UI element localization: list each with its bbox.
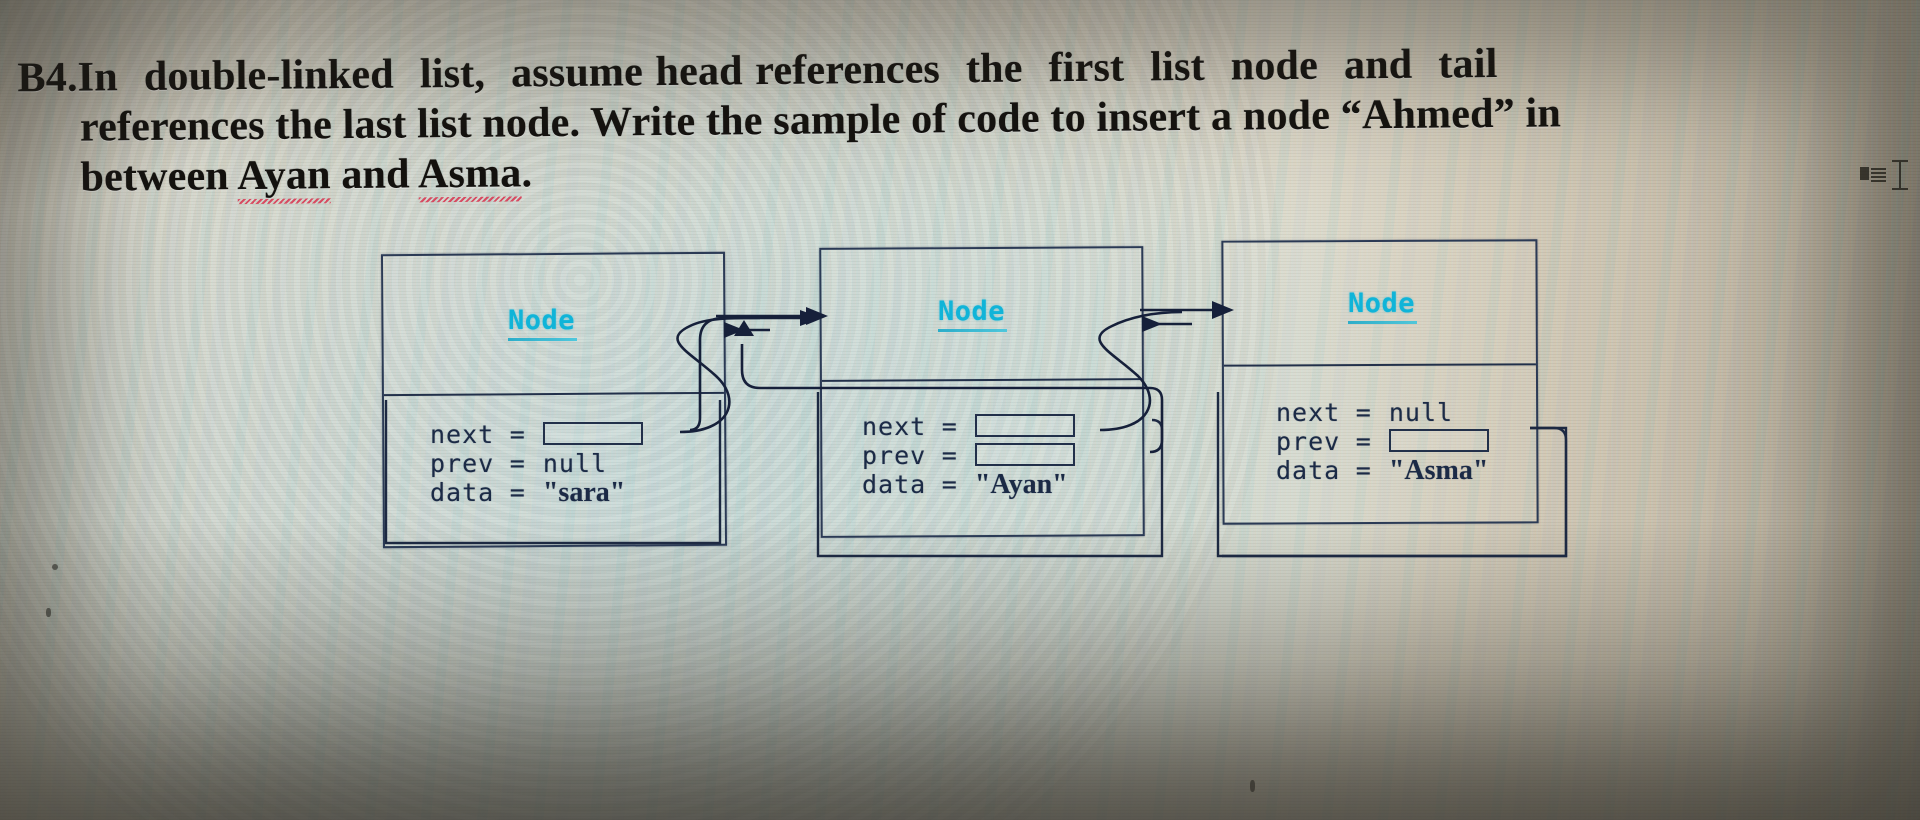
photo-speck-3: [1250, 780, 1255, 792]
floating-toolbar-icons[interactable]: [1860, 160, 1908, 190]
question-line-3-prefix: between: [80, 153, 238, 201]
question-line-1-word-8: list: [1150, 43, 1205, 91]
screenshot-photo-of-screen: B4.In double-linked list, assume head referen…: [0, 0, 1920, 820]
question-line-1-word-5: references: [755, 46, 941, 95]
question-line-3-middle: and: [330, 151, 419, 199]
question-line-3-suffix: .: [521, 150, 533, 197]
question-line-1-word-9: node: [1230, 42, 1319, 90]
question-line-1-word-1: double-linked: [143, 51, 395, 100]
question-line-1-word-2: list,: [419, 50, 486, 98]
photo-shadow-bottom: [0, 520, 1920, 820]
misspelled-word-ayan: Ayan: [237, 152, 331, 200]
question-line-1-word-0: In: [77, 54, 119, 101]
question-line-1-word-4: head: [655, 48, 743, 96]
paragraph-mark-icon[interactable]: [1860, 165, 1886, 185]
misspelled-word-asma: Asma: [417, 150, 522, 198]
photo-speck-1: [52, 564, 58, 570]
question-line-1-word-10: and: [1343, 41, 1413, 89]
text-ibeam-cursor-icon: [1892, 160, 1908, 190]
question-line-1-word-11: tail: [1438, 40, 1498, 88]
question-line-1-word-6: the: [965, 45, 1023, 93]
photo-speck-2: [46, 608, 51, 617]
question-text-block: B4.In double-linked list, assume head referen…: [17, 39, 1561, 203]
question-number: B4.: [17, 54, 78, 102]
question-line-1-word-3: assume: [510, 49, 644, 97]
question-line-1-word-7: first: [1048, 44, 1125, 92]
